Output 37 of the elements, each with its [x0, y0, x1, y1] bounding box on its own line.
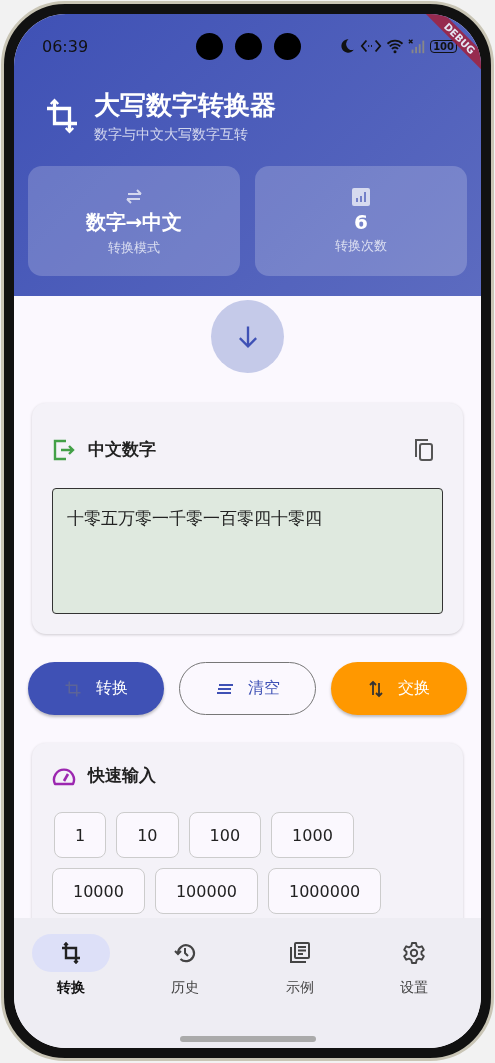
chart-icon — [351, 187, 371, 207]
swap-vertical-icon — [368, 679, 385, 698]
app-subtitle: 数字与中文大写数字互转 — [94, 126, 249, 144]
number-chip[interactable]: 1 — [54, 812, 107, 858]
app-title: 大写数字转换器 — [94, 89, 276, 122]
card-title: 中文数字 — [88, 438, 156, 461]
camera-icon — [196, 32, 224, 60]
number-chip[interactable]: 10 — [116, 812, 179, 858]
number-chip[interactable]: 1000000 — [268, 868, 382, 914]
stat-value: 数字→中文 — [85, 208, 183, 236]
nav-tab[interactable]: 设置 — [368, 934, 459, 997]
convert-button[interactable]: 转换 — [28, 662, 164, 715]
number-chip[interactable]: 10000 — [52, 868, 145, 914]
camera-icon — [235, 32, 263, 60]
number-chip[interactable]: 1000 — [271, 812, 354, 858]
settings-icon — [401, 941, 426, 965]
stat-label: 转换次数 — [335, 237, 387, 255]
number-chip[interactable]: 100 — [188, 812, 262, 858]
crop-icon — [63, 679, 82, 698]
stat-label: 转换模式 — [108, 238, 160, 257]
history-icon — [173, 941, 198, 965]
stat-value: 6 — [354, 210, 368, 234]
result-field[interactable]: 十零五万零一千零一百零四十零四 — [52, 488, 443, 614]
lines-icon — [215, 682, 234, 695]
code-icon — [360, 38, 383, 54]
card-title: 快速输入 — [88, 764, 156, 787]
number-chip[interactable]: 100000 — [154, 868, 258, 914]
nav-tab[interactable]: 示例 — [254, 934, 345, 997]
nav-tab[interactable]: 历史 — [140, 934, 231, 997]
copy-icon[interactable] — [413, 437, 435, 462]
document-stack-icon — [287, 941, 312, 965]
exit-arrow-icon — [52, 437, 76, 462]
wifi-icon — [386, 38, 405, 54]
camera-icon — [274, 32, 302, 60]
crop-icon — [44, 98, 80, 134]
status-time: 06:39 — [42, 36, 89, 56]
signal-icon — [408, 38, 427, 54]
